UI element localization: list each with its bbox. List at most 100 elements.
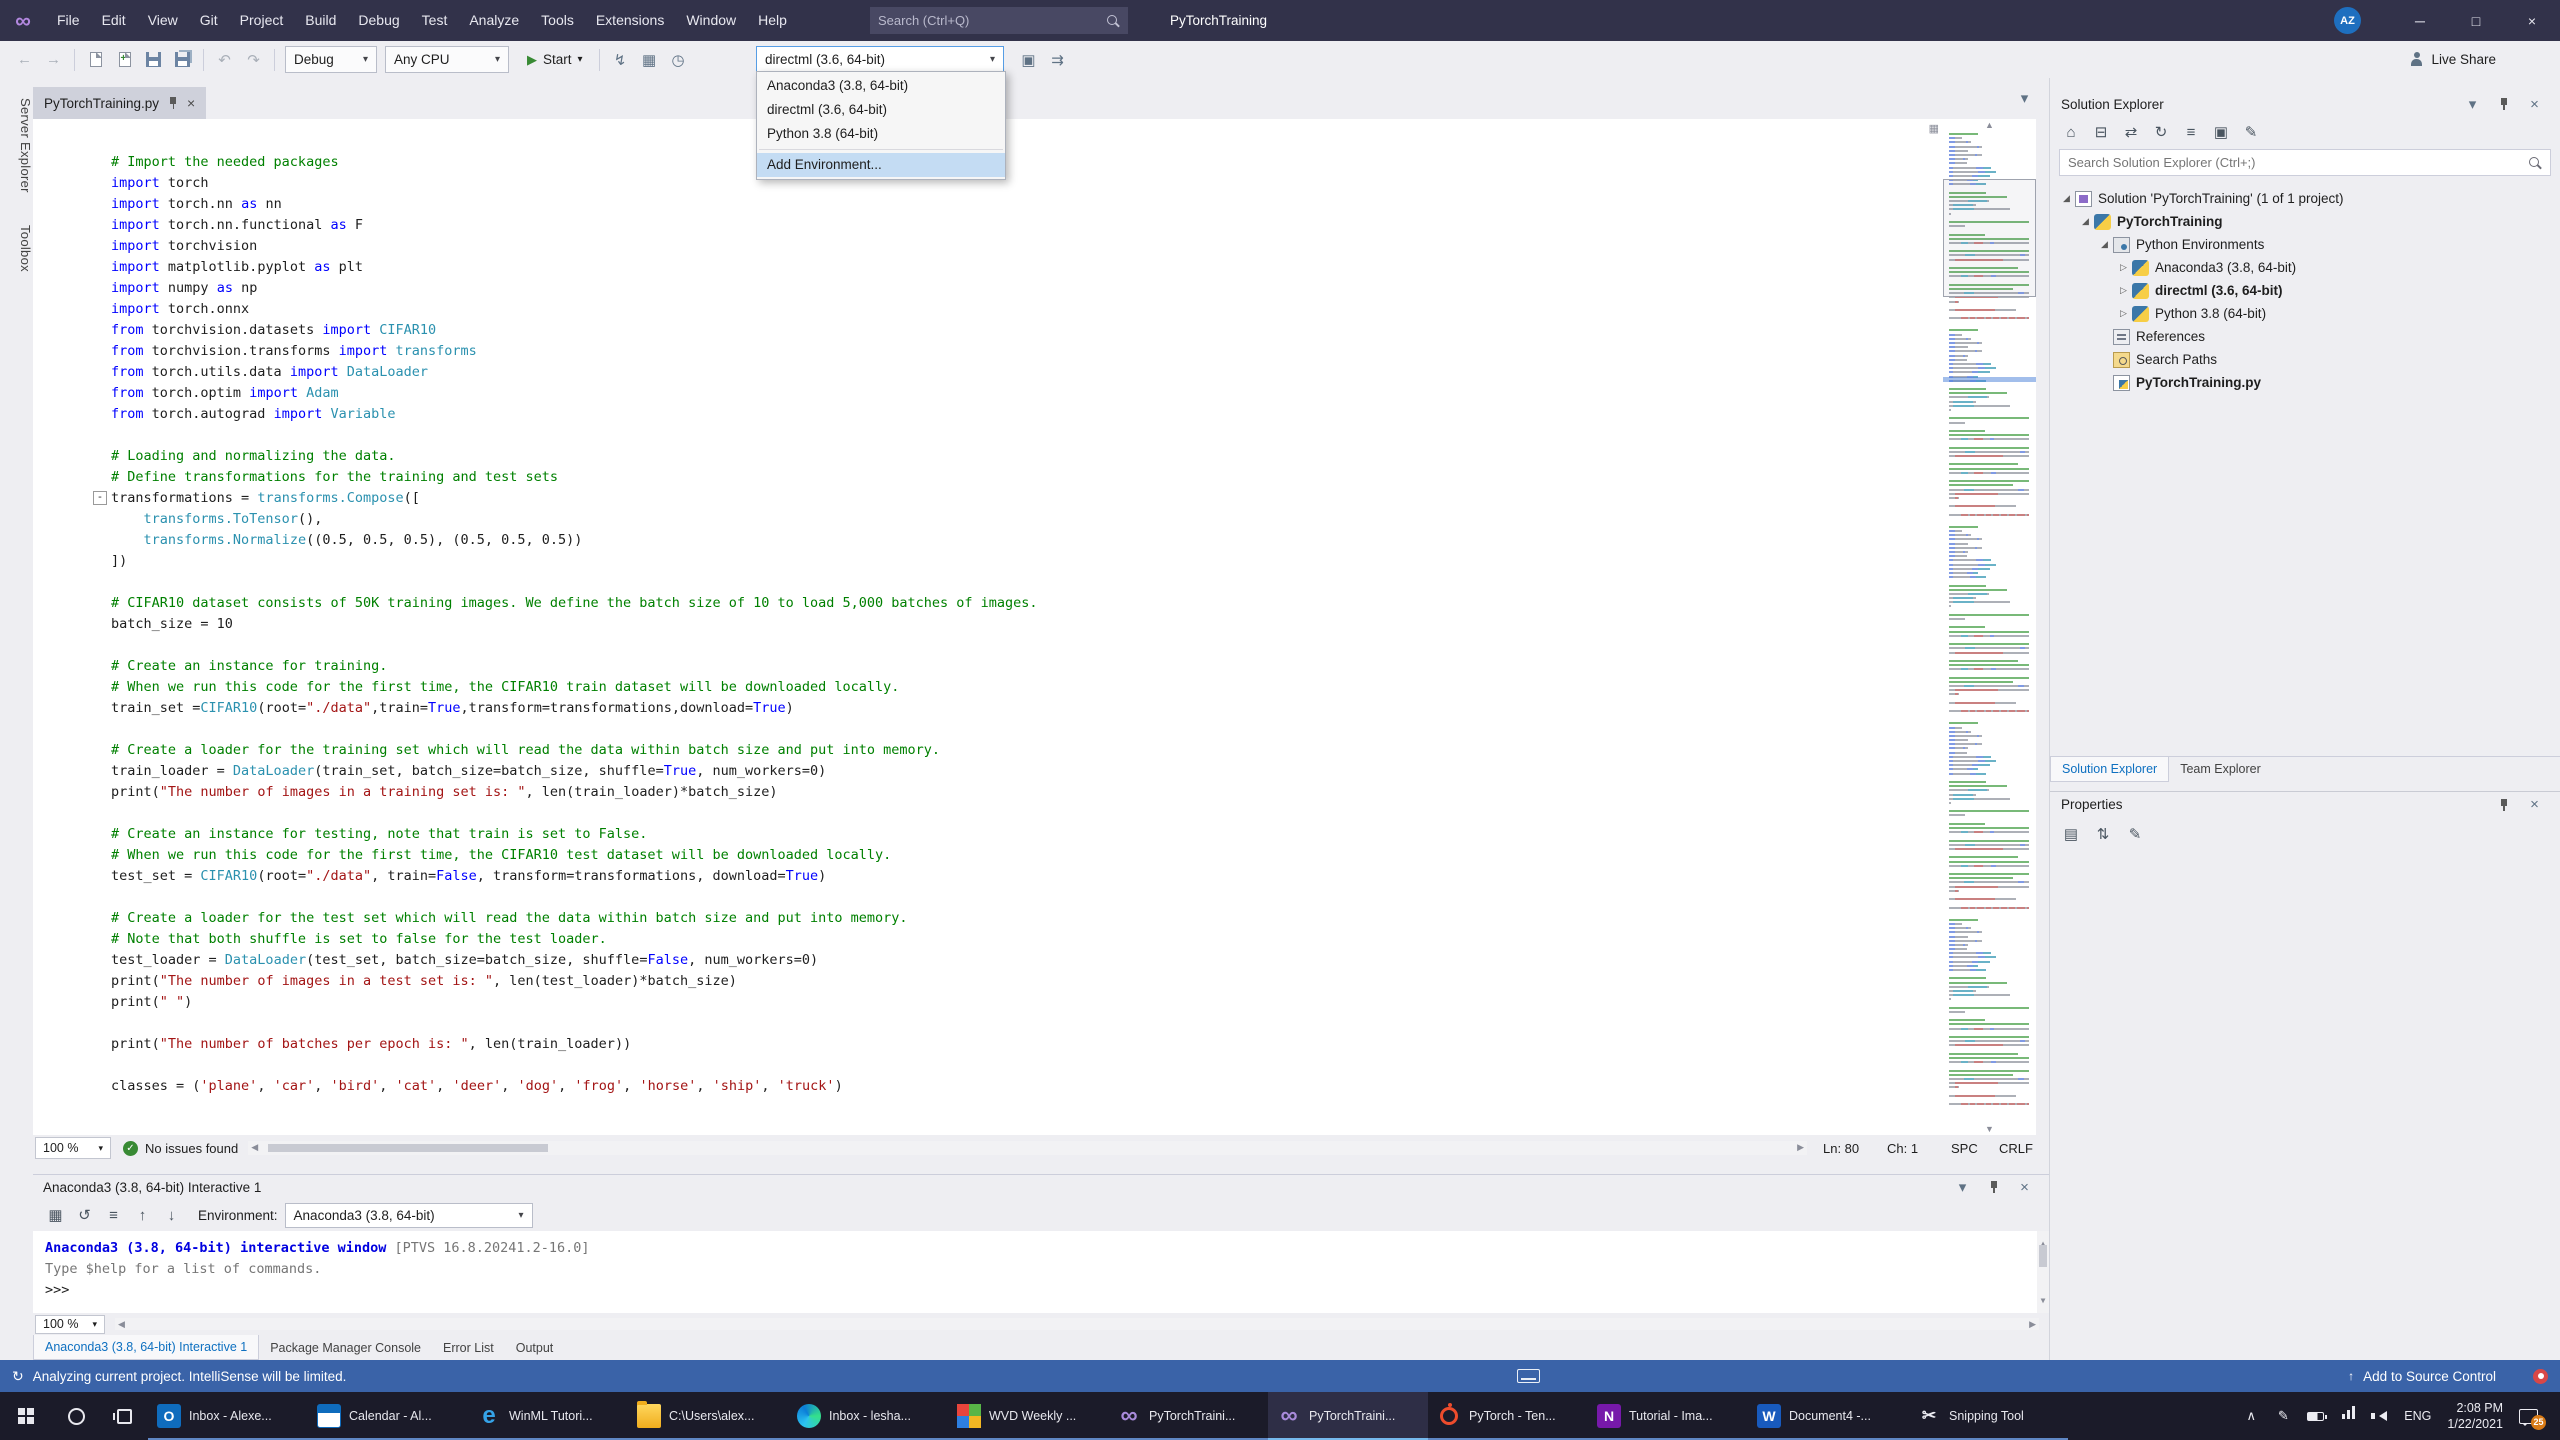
- collapsed-arrow-icon[interactable]: ▷: [2115, 285, 2132, 296]
- code-line[interactable]: [111, 635, 1943, 656]
- nest-files-icon[interactable]: ≡: [2179, 119, 2203, 146]
- send-to-interactive-icon[interactable]: ⇉: [1044, 46, 1071, 73]
- tree-item[interactable]: PyTorchTraining.py: [2050, 371, 2560, 394]
- side-tab-toolbox[interactable]: Toolbox: [0, 219, 33, 272]
- code-area[interactable]: # Import the needed packages import torch…: [33, 119, 1943, 1135]
- code-fold-toggle[interactable]: -: [93, 491, 107, 505]
- keyboard-icon[interactable]: [1517, 1369, 1540, 1383]
- horizontal-scrollbar[interactable]: ◀ ▶: [248, 1141, 1807, 1155]
- tree-item[interactable]: ▷ Anaconda3 (3.8, 64-bit): [2050, 256, 2560, 279]
- categorized-icon[interactable]: ▤: [2059, 820, 2083, 847]
- expanded-arrow-icon[interactable]: ◢: [2077, 216, 2094, 227]
- side-tab-server-explorer[interactable]: Server Explorer: [0, 92, 33, 193]
- code-line[interactable]: transforms.Normalize((0.5, 0.5, 0.5), (0…: [111, 530, 1943, 551]
- add-to-source-control-button[interactable]: Add to Source Control: [2363, 1369, 2496, 1384]
- platform-dropdown[interactable]: Any CPU ▾: [385, 46, 509, 73]
- code-line[interactable]: [111, 719, 1943, 740]
- code-line[interactable]: from torchvision.datasets import CIFAR10: [111, 320, 1943, 341]
- code-line[interactable]: import torch.nn as nn: [111, 194, 1943, 215]
- code-line[interactable]: [111, 1013, 1943, 1034]
- properties-icon[interactable]: ✎: [2239, 119, 2263, 146]
- menu-window[interactable]: Window: [675, 0, 747, 41]
- expanded-arrow-icon[interactable]: ◢: [2058, 193, 2075, 204]
- volume-icon[interactable]: [2370, 1411, 2388, 1421]
- sync-with-active-document-icon[interactable]: ⇄: [2119, 119, 2143, 146]
- tree-item[interactable]: ▷ directml (3.6, 64-bit): [2050, 279, 2560, 302]
- menu-edit[interactable]: Edit: [91, 0, 137, 41]
- environment-grid-icon[interactable]: ▦: [42, 1202, 69, 1229]
- close-icon[interactable]: ×: [187, 95, 195, 111]
- taskbar-app-visual-studio[interactable]: ∞ PyTorchTraini...: [1108, 1392, 1268, 1440]
- solution-explorer-title-bar[interactable]: Solution Explorer ▾ ×: [2050, 91, 2560, 117]
- taskbar-app-edge[interactable]: e WinML Tutori...: [468, 1392, 628, 1440]
- live-grid-icon[interactable]: ▦: [636, 46, 663, 73]
- scroll-right-icon[interactable]: ▶: [1797, 1142, 1804, 1153]
- menu-tools[interactable]: Tools: [530, 0, 585, 41]
- environment-menu-item[interactable]: Anaconda3 (3.8, 64-bit): [757, 74, 1005, 98]
- chevron-down-icon[interactable]: ▾: [2011, 84, 2038, 111]
- code-line[interactable]: # Create an instance for training.: [111, 656, 1943, 677]
- taskbar-app-word[interactable]: W Document4 -...: [1748, 1392, 1908, 1440]
- menu-file[interactable]: File: [46, 0, 91, 41]
- pen-icon[interactable]: ✎: [2275, 1408, 2291, 1424]
- chevron-down-icon[interactable]: ▾: [1949, 1174, 1976, 1201]
- environment-menu-item[interactable]: Python 3.8 (64-bit): [757, 122, 1005, 146]
- environment-menu-item[interactable]: Add Environment...: [757, 153, 1005, 177]
- pin-icon[interactable]: [2490, 91, 2517, 118]
- history-list-icon[interactable]: ≡: [100, 1202, 127, 1229]
- scroll-down-icon[interactable]: ▼: [1943, 1124, 2036, 1134]
- redo-icon[interactable]: ↷: [240, 46, 267, 73]
- scroll-up-icon[interactable]: ▲: [1943, 120, 2036, 130]
- code-line[interactable]: # Note that both shuffle is set to false…: [111, 929, 1943, 950]
- close-icon[interactable]: ×: [2011, 1174, 2038, 1201]
- code-line[interactable]: classes = ('plane', 'car', 'bird', 'cat'…: [111, 1076, 1943, 1097]
- reset-repl-icon[interactable]: ↺: [71, 1202, 98, 1229]
- horizontal-scrollbar[interactable]: ◀ ▶: [115, 1318, 2039, 1330]
- taskbar-app-snipping[interactable]: ✂ Snipping Tool: [1908, 1392, 2068, 1440]
- collapsed-arrow-icon[interactable]: ▷: [2115, 308, 2132, 319]
- interactive-environment-dropdown[interactable]: Anaconda3 (3.8, 64-bit) ▾: [284, 1202, 533, 1228]
- menu-help[interactable]: Help: [747, 0, 798, 41]
- close-icon[interactable]: ×: [2521, 91, 2548, 118]
- code-line[interactable]: print("The number of images in a trainin…: [111, 782, 1943, 803]
- code-line[interactable]: import torchvision: [111, 236, 1943, 257]
- code-line[interactable]: train_set =CIFAR10(root="./data",train=T…: [111, 698, 1943, 719]
- code-line[interactable]: import torch: [111, 173, 1943, 194]
- task-view-button[interactable]: [100, 1392, 148, 1440]
- code-line[interactable]: # Create a loader for the training set w…: [111, 740, 1943, 761]
- document-health-indicator[interactable]: ✓ No issues found: [123, 1140, 238, 1156]
- code-line[interactable]: import torch.nn.functional as F: [111, 215, 1943, 236]
- line-ending-indicator[interactable]: CRLF: [1993, 1141, 2049, 1156]
- history-next-icon[interactable]: ↓: [158, 1202, 185, 1229]
- panel-tab[interactable]: Package Manager Console: [259, 1335, 432, 1360]
- properties-title-bar[interactable]: Properties ×: [2050, 792, 2560, 818]
- attach-icon[interactable]: ↯: [607, 46, 634, 73]
- property-pages-icon[interactable]: ✎: [2123, 820, 2147, 847]
- code-line[interactable]: print(" "): [111, 992, 1943, 1013]
- code-line[interactable]: from torch.autograd import Variable: [111, 404, 1943, 425]
- code-line[interactable]: [111, 425, 1943, 446]
- code-line[interactable]: [111, 572, 1943, 593]
- refresh-icon[interactable]: ↻: [2149, 119, 2173, 146]
- save-all-icon[interactable]: [169, 46, 196, 73]
- new-file-icon[interactable]: [82, 46, 109, 73]
- interactive-window-title-bar[interactable]: Anaconda3 (3.8, 64-bit) Interactive 1 ▾ ×: [33, 1174, 2049, 1199]
- close-button[interactable]: ×: [2504, 0, 2560, 41]
- battery-icon[interactable]: [2307, 1411, 2328, 1421]
- collapse-all-icon[interactable]: ⊟: [2089, 119, 2113, 146]
- editor-split-icon[interactable]: ▦: [1929, 122, 1939, 135]
- code-line[interactable]: import numpy as np: [111, 278, 1943, 299]
- code-line[interactable]: test_loader = DataLoader(test_set, batch…: [111, 950, 1943, 971]
- cortana-button[interactable]: [52, 1392, 100, 1440]
- pin-icon[interactable]: [2490, 791, 2517, 818]
- taskbar-app-visual-studio[interactable]: ∞ PyTorchTraini...: [1268, 1392, 1428, 1440]
- menu-analyze[interactable]: Analyze: [458, 0, 530, 41]
- alphabetical-icon[interactable]: ⇅: [2091, 820, 2115, 847]
- menu-extensions[interactable]: Extensions: [585, 0, 675, 41]
- code-line[interactable]: # Create a loader for the test set which…: [111, 908, 1943, 929]
- scroll-down-icon[interactable]: ▼: [2037, 1290, 2049, 1311]
- tool-window-tab[interactable]: Team Explorer: [2169, 757, 2272, 782]
- code-line[interactable]: transformations = transforms.Compose([: [111, 488, 1943, 509]
- scroll-left-icon[interactable]: ◀: [251, 1142, 258, 1153]
- code-line[interactable]: # When we run this code for the first ti…: [111, 845, 1943, 866]
